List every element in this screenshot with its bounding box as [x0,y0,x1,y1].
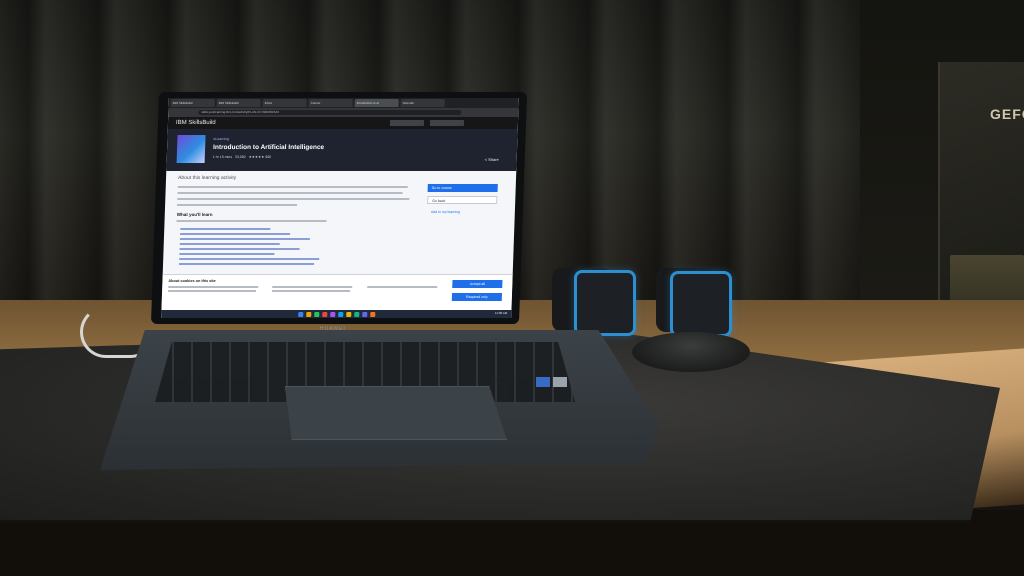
description-line [177,192,403,194]
cookie-text [272,286,353,288]
go-to-course-button[interactable]: Go to course [427,184,498,192]
description-line [177,198,410,200]
taskbar-app-icon[interactable] [369,311,375,317]
windows-taskbar: 11:08 AM [161,310,512,318]
header-button[interactable] [389,120,425,126]
required-only-button[interactable]: Required only [451,293,503,301]
share-button[interactable]: < Share [485,157,499,162]
learning-objective [179,258,320,260]
site-header: IBM SkillsBuild [167,117,519,129]
cookie-text [168,290,257,292]
learning-objective [179,263,315,265]
learning-objective [179,243,280,245]
header-button[interactable] [429,120,465,126]
taskbar-app-icon[interactable] [353,311,359,317]
taskbar-clock: 11:08 AM [494,311,508,315]
description-line [177,204,298,206]
url-field[interactable]: skills.yourlearning.ibm.com/activity/PLA… [198,110,462,115]
go-back-button[interactable]: Go back [427,196,498,204]
learn-intro-line [176,220,327,222]
cookie-banner: About cookies on this site Accept all Re… [161,274,513,311]
speaker-hub [632,332,750,372]
learning-objective [180,233,291,235]
taskbar-app-icon[interactable] [313,311,319,317]
taskbar-app-icon[interactable] [305,311,311,317]
laptop-brand-logo: HUAWEI [320,326,346,332]
accept-all-button[interactable]: Accept all [452,280,503,288]
cookie-text [272,290,351,292]
browser-tab-bar: IBM SkillsBuild IBM SkillsBuild Inbox Co… [168,98,519,108]
learn-heading: What you'll learn [176,212,213,217]
course-hero: eLearning Introduction to Artificial Int… [166,129,518,171]
browser-tab[interactable]: Course [308,99,353,107]
taskbar-app-icon[interactable] [337,311,343,317]
site-logo-text[interactable]: IBM SkillsBuild [176,120,216,126]
browser-tab[interactable]: New tab [400,99,445,107]
taskbar-app-icon[interactable] [321,311,327,317]
speaker-left [574,270,636,336]
brand-sticker [553,377,567,387]
course-type-label: eLearning [213,137,230,141]
cookie-title: About cookies on this site [168,279,216,283]
cpu-sticker [536,377,550,387]
learning-objective [179,253,275,255]
browser-tab[interactable]: IBM SkillsBuild [170,99,215,107]
course-title: Introduction to Artificial Intelligence [212,144,325,151]
learning-objective [179,238,310,240]
add-to-learning-link[interactable]: Add to my learning [427,208,497,216]
browser-tab-active[interactable]: Introduction to AI [354,99,399,107]
browser-tab[interactable]: Inbox [262,99,307,107]
learning-objective [180,228,271,230]
cookie-text [367,286,438,288]
taskbar-app-icon[interactable] [345,311,351,317]
browser-tab[interactable]: IBM SkillsBuild [216,99,261,107]
enrolled-count: 33,092 [234,155,246,159]
course-thumbnail [176,135,206,163]
taskbar-app-icon[interactable] [329,311,335,317]
about-heading: About this learning activity [177,175,237,181]
learning-objective [179,248,300,250]
speaker-right [670,271,732,337]
star-rating-icon: ★★★★★ [248,155,265,159]
rating-count: 900 [265,155,272,159]
taskbar-app-icon[interactable] [297,311,303,317]
taskbar-app-icon[interactable] [361,311,367,317]
cookie-text [168,286,259,288]
duration: 1 hr 15 mins [212,155,233,159]
laptop-screen: IBM SkillsBuild IBM SkillsBuild Inbox Co… [161,98,519,318]
psu-box-label: GEFO [990,106,1024,122]
laptop-trackpad [285,386,507,440]
share-label: Share [488,157,499,162]
description-line [177,186,408,188]
course-meta: 1 hr 15 mins 33,092 ★★★★★ 900 [213,155,271,159]
address-bar: skills.yourlearning.ibm.com/activity/PLA… [168,108,519,117]
